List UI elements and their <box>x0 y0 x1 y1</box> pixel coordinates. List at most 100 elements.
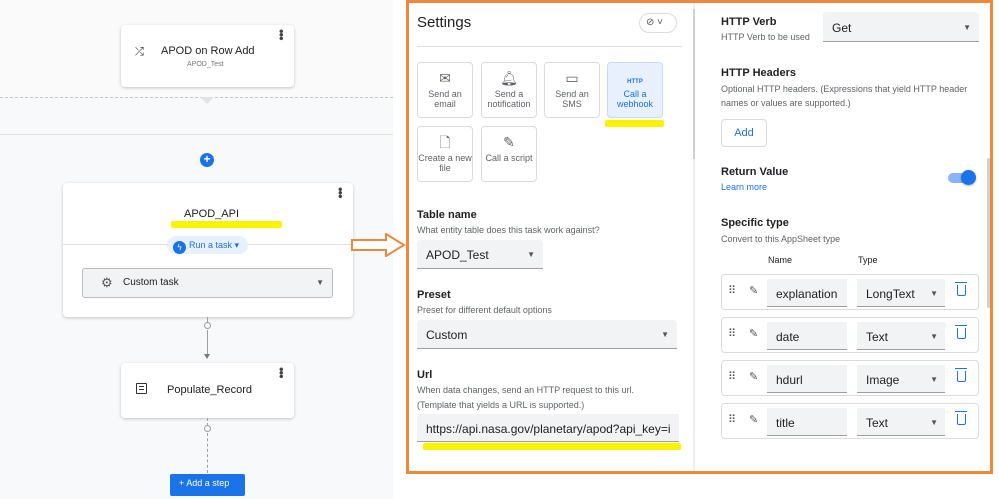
drag-handle-icon[interactable]: ⠿ <box>728 327 736 340</box>
drag-handle-icon[interactable]: ⠿ <box>728 413 736 426</box>
task-type-value: Custom task <box>123 277 179 288</box>
mail-icon: ✉ <box>439 70 451 86</box>
column-name-input[interactable]: title <box>767 408 847 436</box>
run-task-label: Run a task <box>189 240 233 250</box>
url-input[interactable]: https://api.nasa.gov/planetary/apod?api_… <box>417 414 679 442</box>
table-row: ⠿ ✎ title Text ▼ <box>721 403 979 439</box>
learn-more-link[interactable]: Learn more <box>721 182 767 192</box>
table-name-value: APOD_Test <box>426 248 489 262</box>
http-verb-label: HTTP Verb <box>721 16 777 28</box>
column-name-input[interactable]: hdurl <box>767 365 847 393</box>
bell-icon: 🔔︎ <box>500 70 518 86</box>
list-icon <box>136 383 147 394</box>
settings-column: Settings ⊘ ˅ ✉ Send an email 🔔︎ Send a n… <box>409 3 692 471</box>
add-step-button[interactable]: + Add a step <box>170 474 245 496</box>
caret-down-icon: ▼ <box>316 278 324 287</box>
http-verb-desc: HTTP Verb to be used <box>721 32 810 42</box>
drag-handle-icon[interactable]: ⠿ <box>728 370 736 383</box>
trash-icon[interactable] <box>955 411 967 425</box>
column-type-select[interactable]: LongText ▼ <box>857 279 945 307</box>
http-verb-value: Get <box>832 21 852 35</box>
preset-value: Custom <box>426 328 468 342</box>
highlight-mark <box>605 120 664 127</box>
tile-label: Create a new file <box>418 153 472 173</box>
caret-down-icon: ▼ <box>930 375 938 384</box>
url-desc-template: (Template that yields a URL is supported… <box>417 400 585 410</box>
http-icon: HTTP <box>627 79 643 85</box>
tile-label: Call a webhook <box>616 89 654 109</box>
screenshot-root: ⤮ APOD on Row Add APOD_Test ••• + APOD_A… <box>0 0 999 499</box>
settings-scrollbar[interactable] <box>693 9 695 159</box>
return-value-toggle[interactable] <box>948 170 976 185</box>
chat-icon: ▭ <box>565 70 579 86</box>
shuffle-icon: ⤮ <box>135 46 144 58</box>
column-type-select[interactable]: Image ▼ <box>857 365 945 393</box>
connector-dot <box>204 322 211 329</box>
preset-select[interactable]: Custom ▼ <box>417 320 677 349</box>
add-header-button[interactable]: Add <box>721 119 767 147</box>
tile-call-webhook[interactable]: HTTP Call a webhook <box>607 62 663 118</box>
event-card[interactable]: ⤮ APOD on Row Add APOD_Test ••• <box>121 25 294 87</box>
trash-icon[interactable] <box>955 282 967 296</box>
tile-label: Send a notification <box>487 89 531 109</box>
pencil-icon[interactable]: ✎ <box>749 327 758 340</box>
tile-send-email[interactable]: ✉ Send an email <box>417 62 473 118</box>
visibility-toggle[interactable]: ⊘ ˅ <box>639 13 677 33</box>
pencil-icon[interactable]: ✎ <box>749 413 758 426</box>
tile-label: Send an SMS <box>555 89 589 109</box>
caret-down-icon: ▼ <box>963 23 971 32</box>
column-type-select[interactable]: Text ▼ <box>857 408 945 436</box>
trash-icon[interactable] <box>955 368 967 382</box>
http-verb-select[interactable]: Get ▼ <box>823 12 979 42</box>
webhook-config-column: HTTP Verb HTTP Verb to be used Get ▼ HTT… <box>719 3 989 471</box>
caret-down-icon: ▼ <box>930 418 938 427</box>
run-task-chip[interactable]: ϟ Run a task ▾ <box>167 236 248 254</box>
preset-label: Preset <box>417 289 451 301</box>
column-name-input[interactable]: explanation <box>767 279 847 307</box>
table-name-desc: What entity table does this task work ag… <box>417 225 600 235</box>
connector-arrow-icon <box>204 354 210 359</box>
add-circle-icon[interactable]: + <box>200 153 214 167</box>
url-desc: When data changes, send an HTTP request … <box>417 385 634 395</box>
http-headers-label: HTTP Headers <box>721 67 796 79</box>
table-name-label: Table name <box>417 209 477 221</box>
drag-handle-icon[interactable]: ⠿ <box>728 284 736 297</box>
config-scrollbar[interactable] <box>987 158 990 308</box>
specific-type-label: Specific type <box>721 217 789 229</box>
tile-create-file[interactable]: 🗋︎ Create a new file <box>417 126 473 182</box>
more-vert-icon[interactable]: ••• <box>333 187 348 198</box>
preset-desc: Preset for different default options <box>417 305 552 315</box>
tile-send-notification[interactable]: 🔔︎ Send a notification <box>481 62 537 118</box>
more-vert-icon[interactable]: ••• <box>274 367 289 378</box>
table-row: ⠿ ✎ explanation LongText ▼ <box>721 274 979 310</box>
table-name-select[interactable]: APOD_Test ▼ <box>417 240 543 269</box>
connector-dot <box>204 425 211 432</box>
tile-call-script[interactable]: ✎ Call a script <box>481 126 537 182</box>
url-label: Url <box>417 369 433 381</box>
eye-off-icon: ⊘ <box>646 17 655 28</box>
bolt-icon: ϟ <box>173 241 186 254</box>
table-row: ⠿ ✎ hdurl Image ▼ <box>721 360 979 396</box>
column-header-type: Type <box>858 255 878 265</box>
trash-icon[interactable] <box>955 325 967 339</box>
script-icon: ✎ <box>503 134 515 150</box>
column-type-select[interactable]: Text ▼ <box>857 322 945 350</box>
pencil-icon[interactable]: ✎ <box>749 370 758 383</box>
caret-down-icon: ▼ <box>930 332 938 341</box>
tile-label: Send an email <box>428 89 462 109</box>
event-card-title: APOD on Row Add <box>161 45 255 57</box>
pencil-icon[interactable]: ✎ <box>749 284 758 297</box>
highlight-mark <box>423 443 681 450</box>
task-type-select[interactable]: ⚙ Custom task ▼ <box>82 268 333 298</box>
task-card-title: APOD_API <box>184 208 240 220</box>
file-plus-icon: 🗋︎ <box>439 134 451 150</box>
tile-send-sms[interactable]: ▭ Send an SMS <box>544 62 600 118</box>
more-vert-icon[interactable]: ••• <box>274 29 289 40</box>
settings-panel: Settings ⊘ ˅ ✉ Send an email 🔔︎ Send a n… <box>406 0 993 474</box>
caret-down-icon: ▼ <box>930 289 938 298</box>
task-card[interactable]: APOD_API ••• ϟ Run a task ▾ ⚙ Custom task… <box>63 183 353 317</box>
column-name-input[interactable]: date <box>767 322 847 350</box>
caret-down-icon: ▼ <box>661 330 669 339</box>
step-card[interactable]: Populate_Record ••• <box>121 363 294 418</box>
tile-label: Call a script <box>485 153 533 163</box>
